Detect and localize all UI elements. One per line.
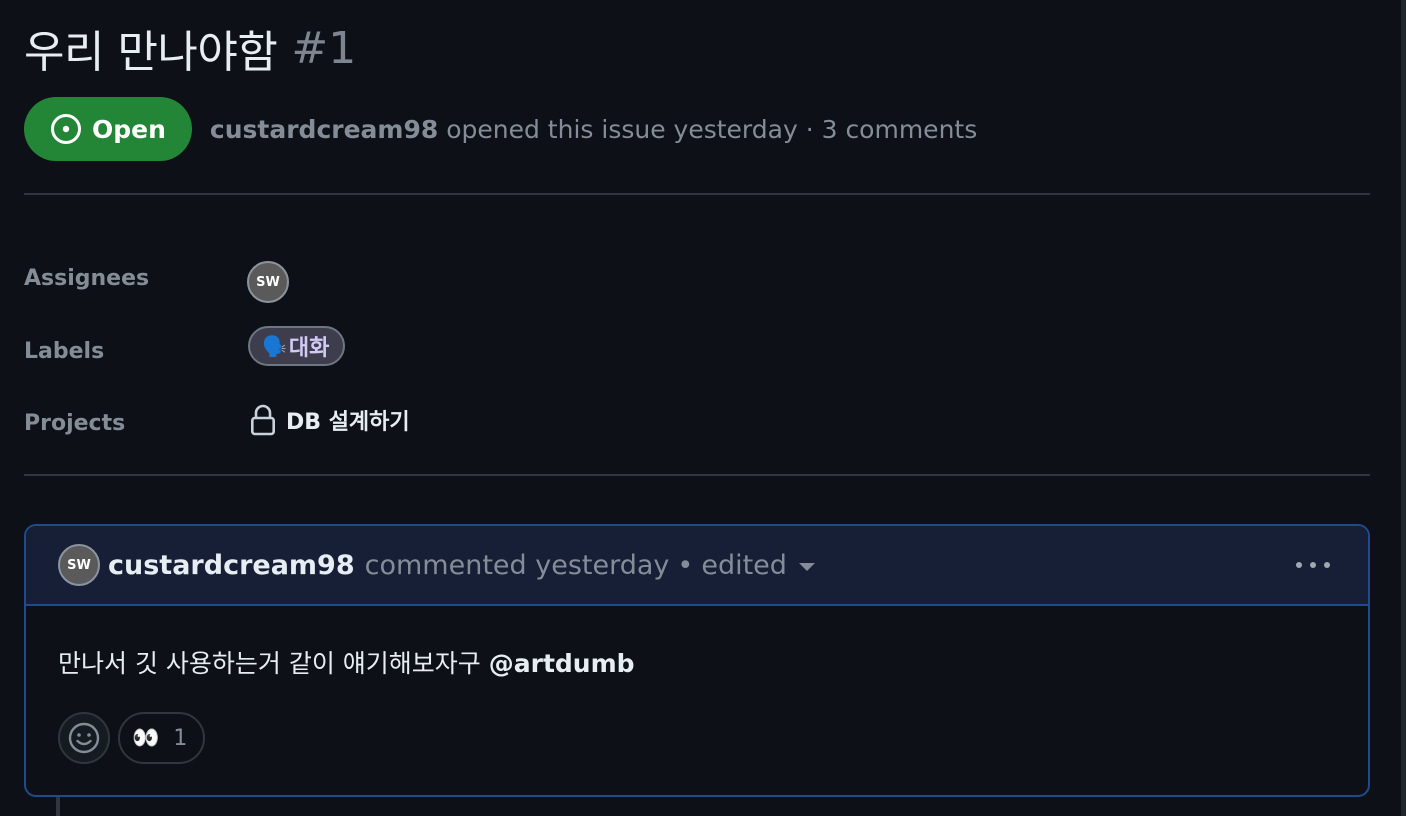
scrollbar-edge — [1401, 0, 1406, 816]
open-state-badge: Open — [24, 97, 192, 161]
comment-text: 만나서 깃 사용하는거 같이 얘기해보자구 — [58, 649, 489, 678]
issue-state-row: Open custardcream98 opened this issue ye… — [24, 97, 977, 161]
eyes-icon: 👀 — [132, 725, 160, 751]
kebab-menu-icon[interactable] — [1296, 562, 1330, 568]
reaction-count: 1 — [173, 725, 188, 751]
divider — [24, 193, 1370, 195]
reactions-bar: 👀 1 — [58, 712, 206, 764]
issue-author-link[interactable]: custardcream98 — [210, 115, 438, 144]
comment-author-link[interactable]: custardcream98 — [108, 550, 355, 581]
issue-meta: custardcream98 opened this issue yesterd… — [210, 115, 977, 144]
issue-open-icon — [51, 114, 81, 144]
issue-title-row: 우리 만나야함 #1 — [24, 18, 357, 79]
comment-header: SW custardcream98 commented yesterday • … — [26, 526, 1368, 606]
issue-meta-text: opened this issue yesterday · 3 comments — [446, 114, 978, 144]
lock-icon — [250, 404, 275, 436]
chevron-down-icon — [798, 563, 815, 571]
comment-author-avatar[interactable]: SW — [58, 544, 100, 586]
comment-body: 만나서 깃 사용하는거 같이 얘기해보자구 @artdumb — [26, 606, 1368, 680]
issue-page: 우리 만나야함 #1 Open custardcream98 opened th… — [0, 0, 1406, 816]
timeline-connector — [56, 797, 60, 816]
comment-card: SW custardcream98 commented yesterday • … — [24, 524, 1370, 797]
divider — [24, 474, 1370, 476]
user-mention-link[interactable]: @artdumb — [489, 649, 635, 678]
comment-timestamp[interactable]: commented yesterday — [365, 550, 670, 581]
assignees-label: Assignees — [24, 266, 150, 291]
edited-history-dropdown[interactable]: edited — [701, 550, 815, 581]
issue-number: #1 — [291, 22, 357, 74]
smiley-icon — [68, 722, 100, 754]
label-name: 대화 — [288, 336, 330, 361]
reaction-eyes[interactable]: 👀 1 — [118, 712, 206, 764]
project-name: DB 설계하기 — [286, 410, 410, 435]
labels-label: Labels — [24, 339, 105, 364]
label-chip-talk[interactable]: 🗣️ 대화 — [248, 326, 346, 366]
add-reaction-button[interactable] — [58, 712, 110, 764]
assignee-avatar[interactable]: SW — [247, 261, 289, 303]
comment-separator: • — [677, 549, 694, 581]
issue-title: 우리 만나야함 — [24, 27, 278, 78]
state-label: Open — [92, 114, 166, 144]
edited-label: edited — [701, 549, 787, 581]
speaking-head-icon: 🗣️ — [262, 334, 287, 358]
projects-label: Projects — [24, 411, 126, 436]
project-link[interactable]: DB 설계하기 — [250, 404, 410, 436]
